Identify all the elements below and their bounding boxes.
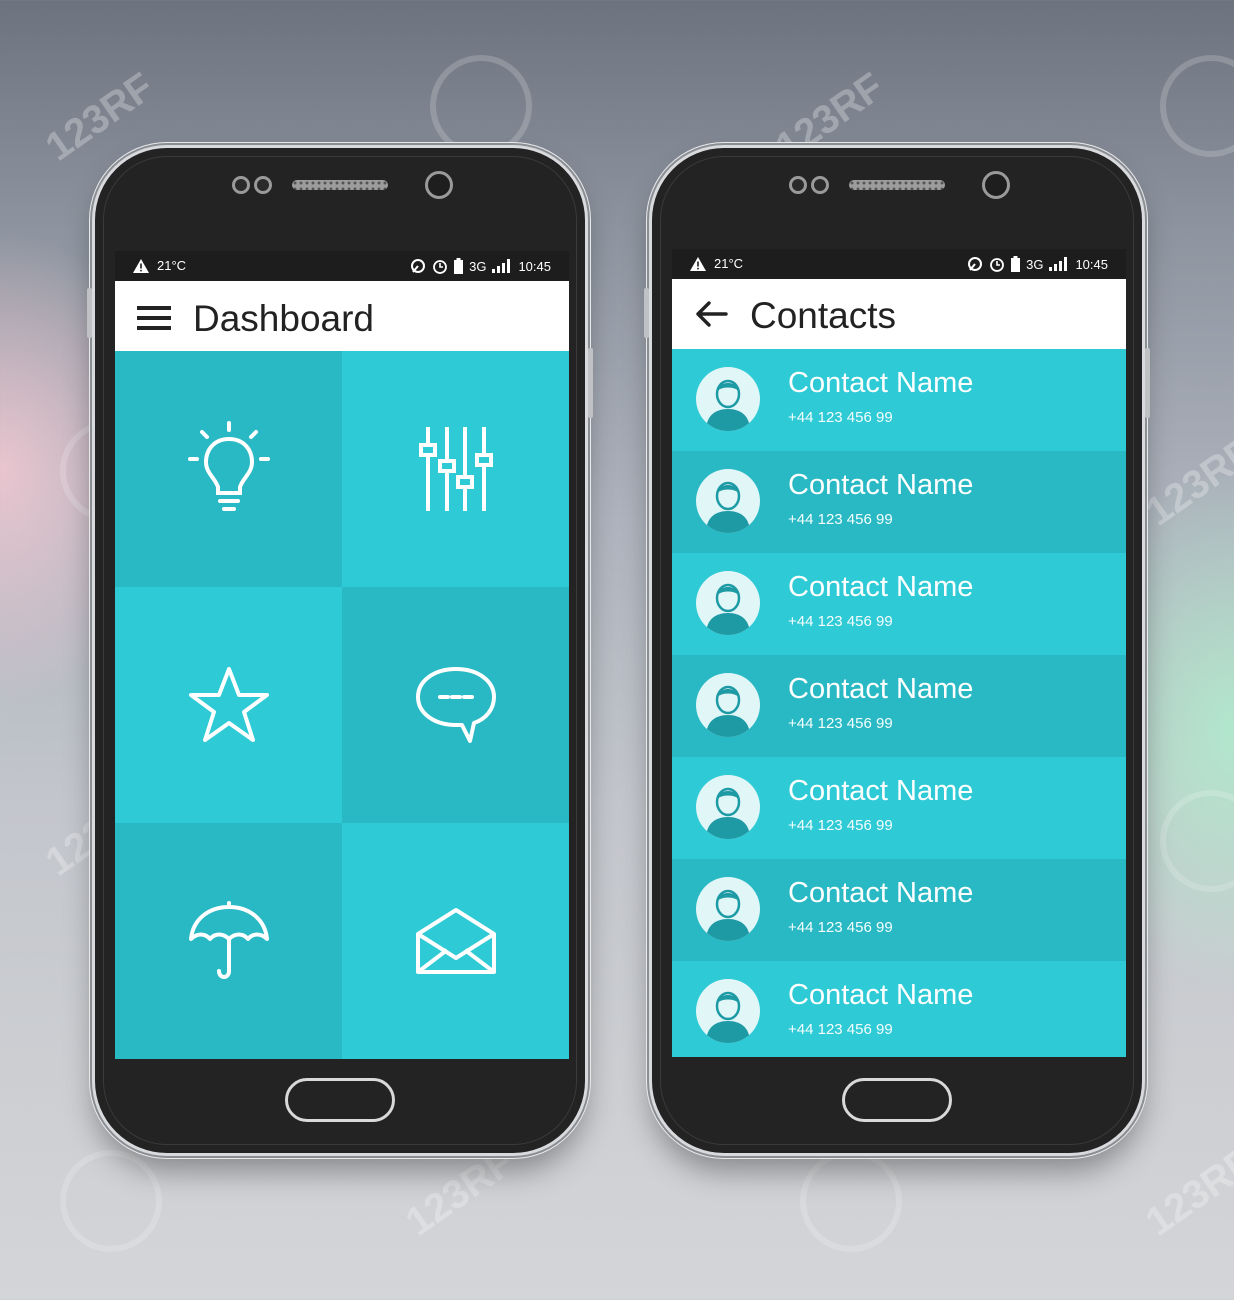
volume-button[interactable] bbox=[644, 288, 649, 338]
dashboard-screen: 21°C 3G 10:45 Dashboard bbox=[115, 251, 569, 1059]
sync-icon bbox=[411, 259, 426, 273]
earpiece-speaker bbox=[849, 180, 945, 190]
contact-phone: +44 123 456 99 bbox=[788, 1021, 893, 1038]
contact-name: Contact Name bbox=[788, 877, 974, 909]
avatar bbox=[696, 571, 760, 635]
contact-name: Contact Name bbox=[788, 979, 974, 1011]
list-item[interactable]: Contact Name +44 123 456 99 bbox=[672, 961, 1126, 1057]
alarm-clock-icon bbox=[433, 260, 448, 274]
clock-label: 10:45 bbox=[1075, 256, 1108, 272]
contact-name: Contact Name bbox=[788, 673, 974, 705]
avatar bbox=[696, 673, 760, 737]
home-button[interactable] bbox=[842, 1078, 952, 1122]
avatar bbox=[696, 367, 760, 431]
status-bar: 21°C 3G 10:45 bbox=[115, 251, 569, 281]
contact-phone: +44 123 456 99 bbox=[788, 511, 893, 528]
front-camera-icon bbox=[425, 171, 453, 199]
person-icon bbox=[706, 787, 750, 839]
contact-phone: +44 123 456 99 bbox=[788, 409, 893, 426]
tile-mail[interactable] bbox=[342, 823, 569, 1059]
avatar bbox=[696, 877, 760, 941]
camera-lens-icon bbox=[232, 176, 250, 194]
contact-phone: +44 123 456 99 bbox=[788, 715, 893, 732]
contact-phone: +44 123 456 99 bbox=[788, 919, 893, 936]
contact-name: Contact Name bbox=[788, 469, 974, 501]
tile-equalizer[interactable] bbox=[342, 351, 569, 587]
warning-icon bbox=[133, 258, 149, 273]
person-icon bbox=[706, 685, 750, 737]
list-item[interactable]: Contact Name +44 123 456 99 bbox=[672, 349, 1126, 451]
avatar bbox=[696, 775, 760, 839]
page-title: Dashboard bbox=[193, 298, 375, 339]
battery-icon bbox=[454, 258, 464, 274]
temperature-label: 21°C bbox=[157, 258, 187, 273]
sync-icon bbox=[968, 257, 983, 271]
star-icon bbox=[188, 667, 269, 742]
phone-dashboard: 21°C 3G 10:45 Dashboard bbox=[87, 148, 593, 1153]
contact-name: Contact Name bbox=[788, 571, 974, 603]
volume-button[interactable] bbox=[87, 288, 92, 338]
contact-name: Contact Name bbox=[788, 367, 974, 399]
network-type-label: 3G bbox=[1026, 256, 1044, 272]
sensor-lens-icon bbox=[811, 176, 829, 194]
page-title: Contacts bbox=[750, 295, 897, 336]
watermark-text: 123RF bbox=[1137, 429, 1234, 535]
tile-lightbulb[interactable] bbox=[115, 351, 342, 587]
person-icon bbox=[706, 583, 750, 635]
alarm-clock-icon bbox=[990, 258, 1005, 272]
tile-chat[interactable] bbox=[342, 587, 569, 823]
contact-name: Contact Name bbox=[788, 775, 974, 807]
watermark-text: 123RF bbox=[1137, 1139, 1234, 1245]
warning-icon bbox=[690, 256, 706, 271]
avatar bbox=[696, 979, 760, 1043]
power-button[interactable] bbox=[1145, 348, 1150, 418]
dashboard-grid bbox=[115, 351, 569, 1059]
chat-bubble-icon bbox=[415, 667, 496, 743]
network-type-label: 3G bbox=[469, 258, 487, 274]
list-item[interactable]: Contact Name +44 123 456 99 bbox=[672, 757, 1126, 859]
contacts-screen: 21°C 3G 10:45 Contacts Contact Name +44 … bbox=[672, 249, 1126, 1057]
front-camera-icon bbox=[982, 171, 1010, 199]
list-item[interactable]: Contact Name +44 123 456 99 bbox=[672, 553, 1126, 655]
power-button[interactable] bbox=[588, 348, 593, 418]
watermark-text: 123RF bbox=[397, 1139, 522, 1245]
app-bar: Dashboard bbox=[115, 281, 569, 351]
hamburger-menu-icon[interactable] bbox=[137, 305, 171, 331]
person-icon bbox=[706, 481, 750, 533]
signal-strength-icon bbox=[1049, 257, 1068, 271]
back-arrow-icon[interactable] bbox=[694, 301, 728, 327]
contact-phone: +44 123 456 99 bbox=[788, 817, 893, 834]
signal-strength-icon bbox=[492, 259, 511, 273]
list-item[interactable]: Contact Name +44 123 456 99 bbox=[672, 859, 1126, 961]
person-icon bbox=[706, 379, 750, 431]
sensor-lens-icon bbox=[254, 176, 272, 194]
watermark-pin-icon bbox=[1139, 34, 1234, 178]
phone-contacts: 21°C 3G 10:45 Contacts Contact Name +44 … bbox=[644, 148, 1150, 1153]
list-item[interactable]: Contact Name +44 123 456 99 bbox=[672, 451, 1126, 553]
person-icon bbox=[706, 889, 750, 941]
status-bar: 21°C 3G 10:45 bbox=[672, 249, 1126, 279]
earpiece-speaker bbox=[292, 180, 388, 190]
tile-star[interactable] bbox=[115, 587, 342, 823]
contact-phone: +44 123 456 99 bbox=[788, 613, 893, 630]
lightbulb-icon bbox=[187, 421, 270, 511]
open-envelope-icon bbox=[415, 908, 496, 974]
watermark-pin-icon bbox=[1139, 769, 1234, 913]
clock-label: 10:45 bbox=[518, 258, 551, 274]
umbrella-icon bbox=[188, 901, 269, 979]
camera-lens-icon bbox=[789, 176, 807, 194]
person-icon bbox=[706, 991, 750, 1043]
tile-umbrella[interactable] bbox=[115, 823, 342, 1059]
list-item[interactable]: Contact Name +44 123 456 99 bbox=[672, 655, 1126, 757]
equalizer-sliders-icon bbox=[418, 427, 493, 511]
battery-icon bbox=[1011, 256, 1021, 272]
temperature-label: 21°C bbox=[714, 256, 744, 271]
home-button[interactable] bbox=[285, 1078, 395, 1122]
app-bar: Contacts bbox=[672, 279, 1126, 349]
avatar bbox=[696, 469, 760, 533]
